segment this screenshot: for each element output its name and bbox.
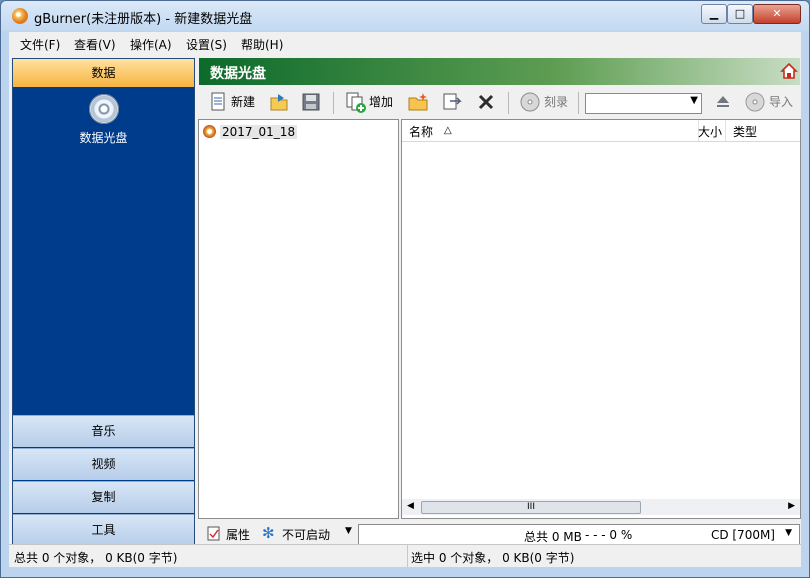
tree-item[interactable]: 2017_01_18 xyxy=(203,125,298,140)
sidebar-item-music[interactable]: 音乐 xyxy=(13,415,194,447)
total-objects-status: 总共 0 个对象， 0 KB(0 字节) xyxy=(14,551,178,565)
tree-item-label: 2017_01_18 xyxy=(220,125,298,139)
data-disc-label: 数据光盘 xyxy=(79,131,128,145)
file-list-panel[interactable]: 名称 △ 大小 类型 ◀ III ▶ xyxy=(401,119,801,519)
toolbar-separator xyxy=(578,92,579,114)
maximize-button[interactable]: □ xyxy=(727,4,753,24)
scroll-right-icon[interactable]: ▶ xyxy=(788,501,795,511)
scroll-left-icon[interactable]: ◀ xyxy=(407,501,414,511)
window-title: gBurner(未注册版本) - 新建数据光盘 xyxy=(34,12,253,27)
status-bar: 总共 0 个对象， 0 KB(0 字节) 选中 0 个对象， 0 KB(0 字节… xyxy=(9,544,801,567)
add-files-icon[interactable] xyxy=(344,91,366,113)
status-divider xyxy=(407,545,408,567)
column-type[interactable]: 类型 xyxy=(733,123,757,140)
chevron-down-icon[interactable]: ▼ xyxy=(345,526,352,536)
column-divider xyxy=(725,120,726,141)
folder-tree-panel[interactable]: 2017_01_18 xyxy=(198,119,399,519)
sidebar: 数据 数据光盘 音乐 视频 复制 工具 xyxy=(12,58,195,546)
sidebar-item-copy[interactable]: 复制 xyxy=(13,481,194,513)
properties-button[interactable]: 属性 xyxy=(226,526,250,543)
toolbar-separator xyxy=(508,92,509,114)
sidebar-tab-data[interactable]: 数据 xyxy=(13,59,194,87)
menu-settings[interactable]: 设置(S) xyxy=(186,36,227,53)
cd-icon xyxy=(88,94,119,124)
client-area: 数据 数据光盘 音乐 视频 复制 工具 数据光盘 新建 增加 刻录 ▼ 导入 2… xyxy=(9,56,801,567)
extract-files-icon[interactable] xyxy=(441,91,463,113)
main-header: 数据光盘 xyxy=(199,58,800,85)
menu-action[interactable]: 操作(A) xyxy=(130,36,172,53)
menu-help[interactable]: 帮助(H) xyxy=(241,36,283,53)
import-disc-icon[interactable] xyxy=(744,91,766,113)
toolbar-separator xyxy=(333,92,334,114)
sort-ascending-icon: △ xyxy=(444,125,452,136)
save-icon[interactable] xyxy=(300,91,322,113)
column-name[interactable]: 名称 xyxy=(409,123,433,140)
disc-icon xyxy=(203,125,216,138)
chevron-down-icon: ▼ xyxy=(690,95,698,106)
page-title: 数据光盘 xyxy=(210,66,266,82)
sidebar-item-tools[interactable]: 工具 xyxy=(13,514,194,546)
burn-button[interactable]: 刻录 xyxy=(544,90,568,114)
close-button[interactable]: ✕ xyxy=(753,4,801,24)
snowflake-icon: ✻ xyxy=(262,524,275,542)
scrollbar-thumb[interactable]: III xyxy=(421,501,641,514)
application-window: gBurner(未注册版本) - 新建数据光盘 ▁ □ ✕ 文件(F) 查看(V… xyxy=(0,0,810,578)
menu-view[interactable]: 查看(V) xyxy=(74,36,116,53)
gburner-icon xyxy=(12,8,28,24)
capacity-status-box: 总共 0 MB - - - 0 % CD [700M] ▼ xyxy=(358,524,800,546)
sidebar-item-video[interactable]: 视频 xyxy=(13,448,194,480)
minimize-button[interactable]: ▁ xyxy=(701,4,727,24)
toolbar: 新建 增加 刻录 ▼ 导入 xyxy=(199,87,800,118)
add-button[interactable]: 增加 xyxy=(369,90,393,114)
open-folder-icon[interactable] xyxy=(268,91,290,113)
new-document-icon[interactable] xyxy=(207,91,229,113)
horizontal-scrollbar[interactable]: ◀ III ▶ xyxy=(402,499,800,515)
new-button[interactable]: 新建 xyxy=(231,90,255,114)
total-size: 总共 0 MB xyxy=(524,530,582,544)
delete-icon[interactable] xyxy=(475,91,497,113)
import-button[interactable]: 导入 xyxy=(769,90,793,114)
eject-icon[interactable] xyxy=(712,91,734,113)
drive-select[interactable]: ▼ xyxy=(585,93,702,114)
title-bar: gBurner(未注册版本) - 新建数据光盘 ▁ □ ✕ xyxy=(1,1,809,31)
bottom-bar: 属性 ✻ 不可启动 ▼ 总共 0 MB - - - 0 % CD [700M] … xyxy=(199,522,800,546)
column-size[interactable]: 大小 xyxy=(698,123,722,140)
new-folder-icon[interactable] xyxy=(407,91,429,113)
menu-file[interactable]: 文件(F) xyxy=(20,36,60,53)
usage-percent: - - - 0 % xyxy=(585,528,633,542)
selected-objects-status: 选中 0 个对象， 0 KB(0 字节) xyxy=(411,551,575,565)
menu-bar: 文件(F) 查看(V) 操作(A) 设置(S) 帮助(H) xyxy=(9,32,801,56)
file-list-header: 名称 △ 大小 类型 xyxy=(402,120,800,142)
chevron-down-icon[interactable]: ▼ xyxy=(785,528,792,538)
home-icon[interactable] xyxy=(780,62,798,80)
disc-capacity[interactable]: CD [700M] xyxy=(711,528,775,542)
boot-status-button[interactable]: 不可启动 xyxy=(282,526,330,543)
data-disc-item[interactable]: 数据光盘 xyxy=(13,94,194,146)
burn-disc-icon[interactable] xyxy=(519,91,541,113)
properties-icon[interactable] xyxy=(206,526,221,541)
